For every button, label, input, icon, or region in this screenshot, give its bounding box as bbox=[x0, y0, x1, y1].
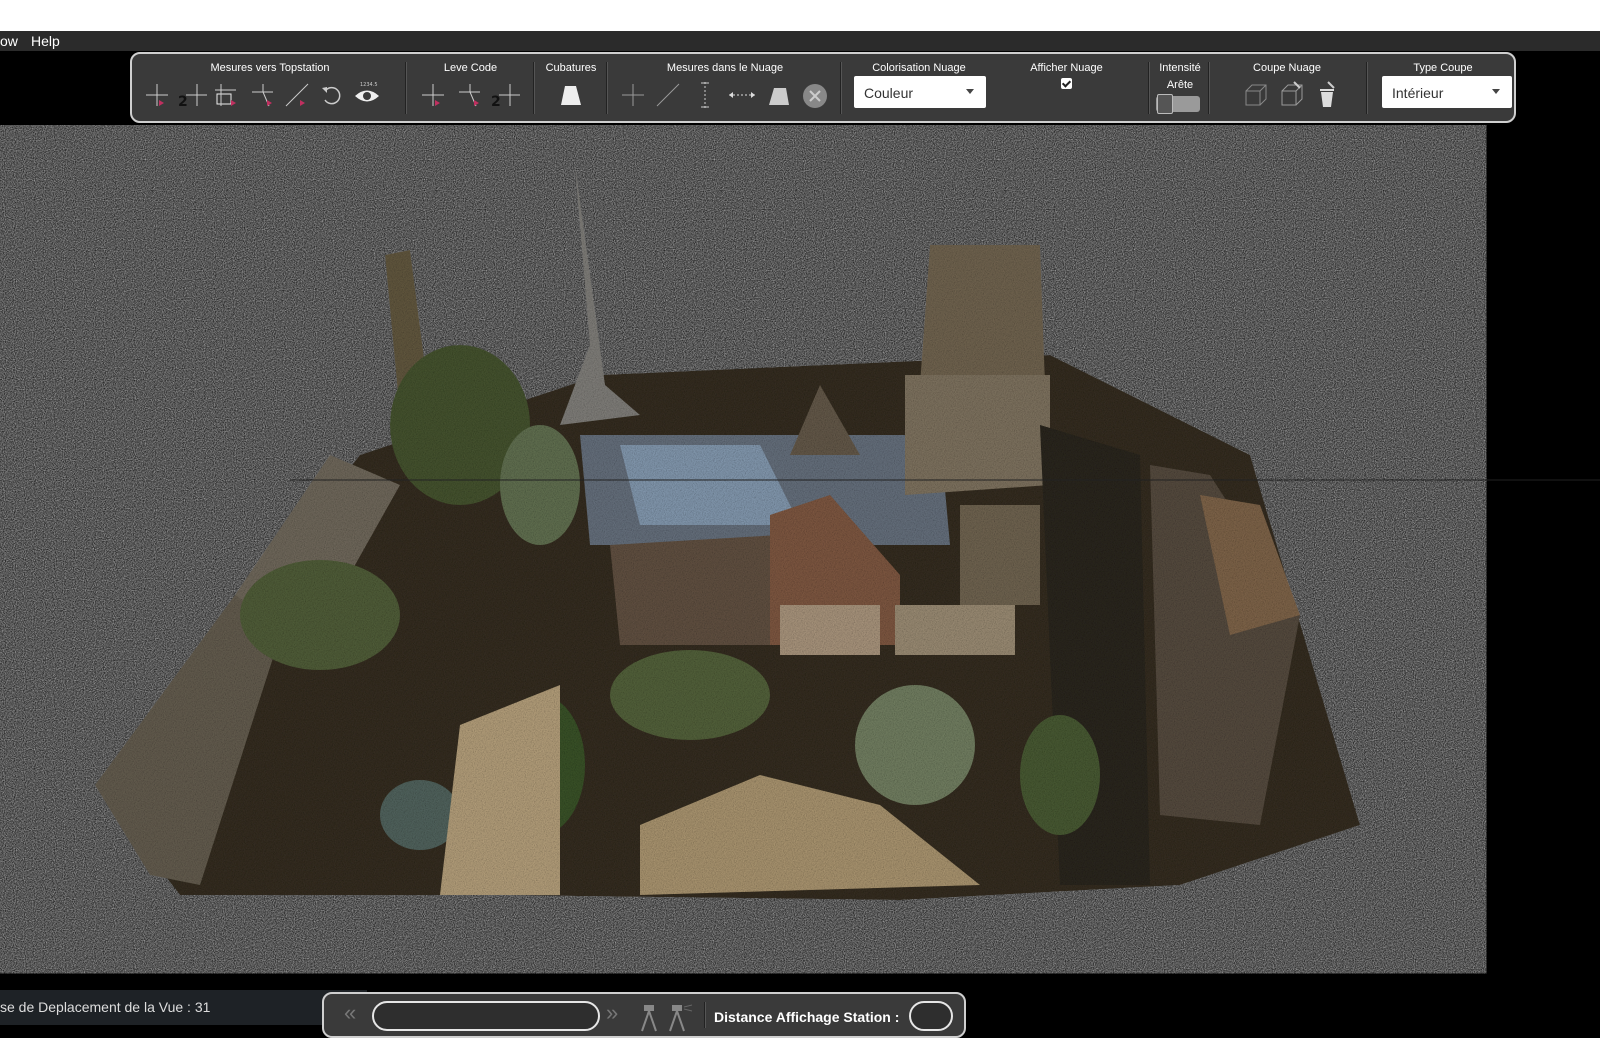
vitesse-deplacement-text: se de Deplacement de la Vue : 31 bbox=[0, 999, 211, 1015]
code-two-point-icon[interactable]: 2 bbox=[490, 80, 520, 110]
menu-bar: ow Help bbox=[0, 31, 1600, 51]
group-label: Intensité bbox=[1159, 62, 1201, 74]
station-name-field[interactable] bbox=[372, 1001, 600, 1031]
clear-measures-icon[interactable] bbox=[800, 80, 830, 110]
group-label: Coupe Nuage bbox=[1253, 62, 1321, 74]
group-label: Leve Code bbox=[443, 62, 498, 74]
svg-text:2: 2 bbox=[491, 94, 501, 110]
separator bbox=[533, 62, 535, 114]
point-measure-icon[interactable] bbox=[142, 80, 172, 110]
separator bbox=[1208, 62, 1210, 114]
menu-item-window[interactable]: ow bbox=[0, 33, 18, 49]
svg-text:1234.5: 1234.5 bbox=[360, 82, 378, 88]
group-coupe-nuage: Coupe Nuage bbox=[1212, 54, 1362, 121]
volume-icon[interactable] bbox=[556, 80, 586, 110]
group-sublabel: Arête bbox=[1166, 79, 1194, 91]
station-tripod-icon[interactable] bbox=[634, 1003, 658, 1032]
separator bbox=[704, 1002, 706, 1028]
distance-affichage-input[interactable] bbox=[909, 1001, 953, 1031]
trash-icon[interactable] bbox=[1312, 80, 1342, 110]
separator bbox=[840, 62, 842, 114]
cloud-line-icon[interactable] bbox=[653, 80, 683, 110]
double-chevron-left-icon[interactable]: « bbox=[344, 1000, 356, 1026]
station-measure-icon[interactable] bbox=[212, 80, 242, 110]
toggle-knob bbox=[1157, 94, 1173, 114]
separator bbox=[405, 62, 407, 114]
group-label: Mesures dans le Nuage bbox=[666, 62, 784, 74]
group-cubatures: Cubatures bbox=[536, 54, 606, 121]
chevron-down-icon bbox=[966, 89, 974, 94]
separator bbox=[606, 62, 608, 114]
svg-text:2: 2 bbox=[178, 94, 188, 110]
group-type-coupe: Type Coupe Intérieur bbox=[1370, 54, 1516, 121]
group-mesures-nuage: Mesures dans le Nuage bbox=[610, 54, 840, 121]
window-title-bar bbox=[0, 0, 1600, 32]
group-mesures-topstation: Mesures vers Topstation 2 1234.5 bbox=[140, 54, 400, 121]
type-coupe-select[interactable]: Intérieur bbox=[1382, 76, 1512, 108]
eye-icon[interactable]: 1234.5 bbox=[352, 80, 382, 110]
group-intensite-arete: Intensité Arête bbox=[1152, 54, 1208, 121]
horizontal-distance-icon[interactable] bbox=[727, 80, 757, 110]
group-afficher-nuage: Afficher Nuage bbox=[994, 54, 1139, 121]
type-coupe-value: Intérieur bbox=[1392, 85, 1444, 101]
code-corner-icon[interactable] bbox=[454, 80, 484, 110]
station-navigation-bar: « » Distance Affichage Station : bbox=[322, 992, 966, 1038]
group-label: Mesures vers Topstation bbox=[210, 62, 330, 74]
station-tripod-scan-icon[interactable] bbox=[664, 1003, 693, 1032]
afficher-nuage-checkbox[interactable] bbox=[1061, 78, 1072, 89]
two-point-measure-icon[interactable]: 2 bbox=[177, 80, 207, 110]
menu-item-help[interactable]: Help bbox=[31, 33, 60, 49]
group-label: Cubatures bbox=[545, 62, 597, 74]
colorisation-select[interactable]: Couleur bbox=[854, 76, 986, 108]
group-label: Afficher Nuage bbox=[1030, 62, 1103, 74]
chevron-down-icon bbox=[1492, 89, 1500, 94]
group-leve-code: Leve Code 2 bbox=[408, 54, 533, 121]
box-cut-icon[interactable] bbox=[1240, 80, 1270, 110]
line-measure-icon[interactable] bbox=[282, 80, 312, 110]
colorisation-value: Couleur bbox=[864, 85, 914, 101]
cloud-point-icon[interactable] bbox=[618, 80, 648, 110]
corner-measure-icon[interactable] bbox=[247, 80, 277, 110]
group-label: Colorisation Nuage bbox=[872, 62, 966, 74]
arete-toggle[interactable] bbox=[1156, 94, 1200, 114]
code-point-icon[interactable] bbox=[418, 80, 448, 110]
point-cloud-scene bbox=[95, 165, 1360, 900]
status-bar: se de Deplacement de la Vue : 31 bbox=[0, 990, 367, 1025]
vertical-distance-icon[interactable] bbox=[690, 80, 720, 110]
area-measure-icon[interactable] bbox=[764, 80, 794, 110]
separator bbox=[1148, 62, 1150, 114]
box-edit-icon[interactable] bbox=[1276, 80, 1306, 110]
separator bbox=[1366, 62, 1368, 114]
undo-icon[interactable] bbox=[317, 80, 347, 110]
group-label: Type Coupe bbox=[1413, 62, 1473, 74]
main-toolbar: Mesures vers Topstation 2 1234.5 Leve Co… bbox=[130, 52, 1516, 123]
distance-affichage-label: Distance Affichage Station : bbox=[714, 1009, 900, 1025]
point-cloud-viewport[interactable] bbox=[0, 125, 1600, 985]
double-chevron-right-icon[interactable]: » bbox=[606, 1000, 618, 1026]
group-colorisation: Colorisation Nuage Couleur bbox=[844, 54, 994, 121]
